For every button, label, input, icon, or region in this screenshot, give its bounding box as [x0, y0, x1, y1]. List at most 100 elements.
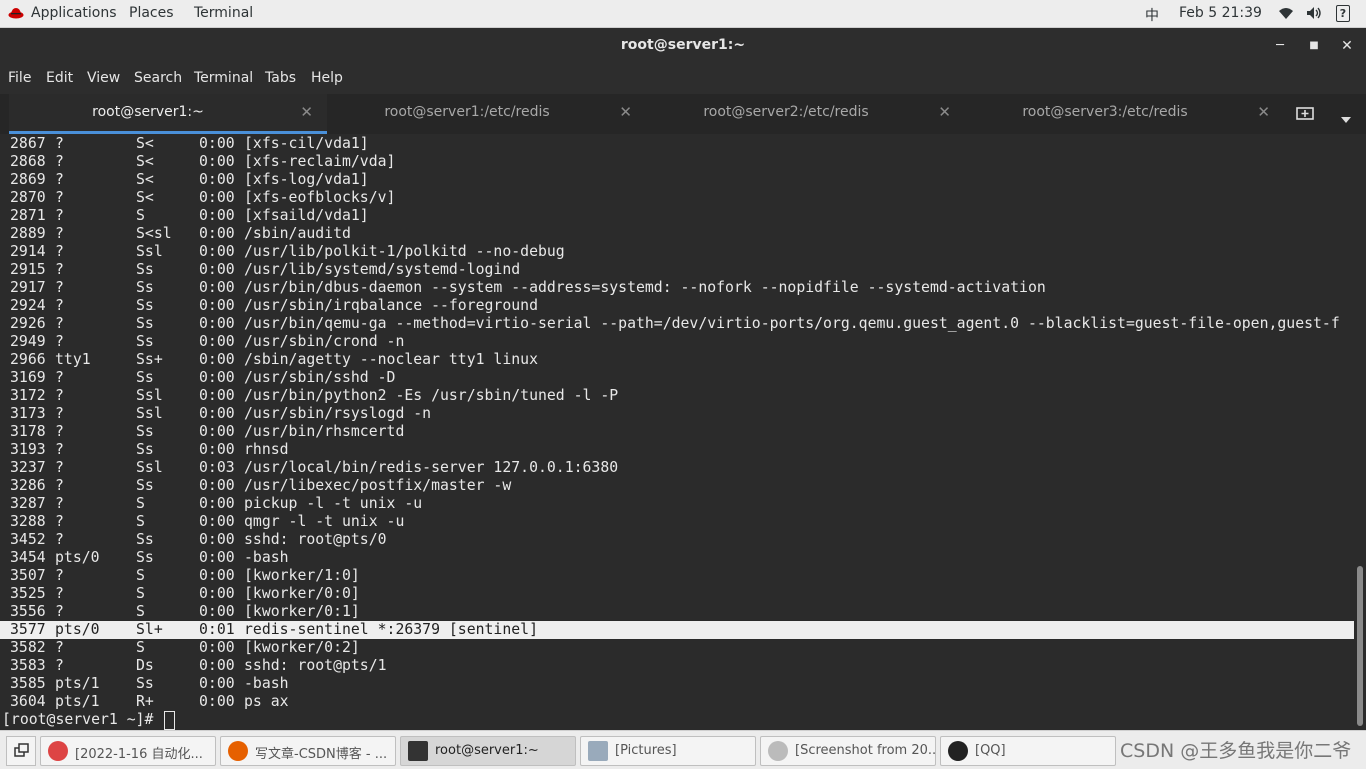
process-time: 0:00	[199, 513, 235, 530]
process-stat: Ss	[136, 261, 154, 278]
clock[interactable]: Feb 5 21:39	[1179, 5, 1262, 21]
applications-menu[interactable]: Applications	[31, 5, 117, 21]
tab-close-icon[interactable]: ✕	[300, 103, 313, 121]
process-time: 0:00	[199, 279, 235, 296]
places-menu[interactable]: Places	[129, 5, 174, 21]
process-tty: ?	[55, 207, 64, 224]
taskbar-item[interactable]: [Screenshot from 20...	[760, 736, 936, 766]
volume-icon[interactable]	[1306, 6, 1322, 24]
process-cmd: qmgr -l -t unix -u	[244, 513, 405, 530]
taskbar-item[interactable]: [QQ]	[940, 736, 1116, 766]
process-stat: Ssl	[136, 405, 163, 422]
process-pid: 3237	[10, 459, 46, 476]
process-time: 0:00	[199, 495, 235, 512]
process-stat: Sl+	[136, 621, 163, 638]
text-cursor	[164, 711, 176, 730]
tab-server3-redis[interactable]: root@server3:/etc/redis ✕	[966, 94, 1284, 134]
menu-tabs[interactable]: Tabs	[265, 70, 296, 86]
process-pid: 2924	[10, 297, 46, 314]
process-pid: 2889	[10, 225, 46, 242]
tab-server2-redis[interactable]: root@server2:/etc/redis ✕	[647, 94, 965, 134]
process-stat: Ss	[136, 279, 154, 296]
process-pid: 2917	[10, 279, 46, 296]
wifi-icon[interactable]	[1278, 6, 1294, 24]
process-cmd: sshd: root@pts/1	[244, 657, 387, 674]
process-time: 0:00	[199, 639, 235, 656]
process-stat: R+	[136, 693, 154, 710]
process-time: 0:00	[199, 603, 235, 620]
menu-search[interactable]: Search	[134, 70, 182, 86]
process-pid: 2949	[10, 333, 46, 350]
process-pid: 3286	[10, 477, 46, 494]
menu-file[interactable]: File	[8, 70, 31, 86]
taskbar-item-label: [2022-1-16 自动化...	[75, 747, 203, 762]
minimize-button[interactable]: ─	[1270, 36, 1290, 56]
terminal-app-menu[interactable]: Terminal	[194, 5, 253, 21]
process-pid: 3577	[10, 621, 46, 638]
taskbar-item-label: [Screenshot from 20...	[795, 743, 936, 758]
process-tty: ?	[55, 567, 64, 584]
tab-list-chevron-down-icon[interactable]	[1340, 109, 1352, 128]
process-time: 0:00	[199, 477, 235, 494]
close-window-button[interactable]: ✕	[1337, 36, 1357, 56]
process-time: 0:00	[199, 189, 235, 206]
menu-view[interactable]: View	[87, 70, 120, 86]
process-time: 0:00	[199, 657, 235, 674]
terminal-output[interactable]: 2867? S< 0:00 [xfs-cil/vda1] 2868? S< 0:00 [xfs…	[0, 134, 1361, 730]
process-stat: Ss	[136, 477, 154, 494]
process-stat: S<	[136, 171, 154, 188]
firefox-icon	[228, 741, 248, 761]
process-pid: 3169	[10, 369, 46, 386]
tab-close-icon[interactable]: ✕	[1257, 103, 1270, 121]
process-time: 0:00	[199, 207, 235, 224]
process-stat: Ss	[136, 297, 154, 314]
taskbar-item-label: root@server1:~	[435, 743, 539, 758]
tab-label: root@server3:/etc/redis	[1022, 104, 1188, 120]
shell-prompt[interactable]: [root@server1 ~]#	[2, 711, 176, 730]
process-tty: ?	[55, 405, 64, 422]
tab-server1-home[interactable]: root@server1:~ ✕	[9, 94, 327, 134]
process-stat: S	[136, 513, 145, 530]
maximize-button[interactable]: ■	[1304, 36, 1324, 56]
process-time: 0:00	[199, 261, 235, 278]
process-tty: ?	[55, 333, 64, 350]
menu-edit[interactable]: Edit	[46, 70, 73, 86]
process-stat: S	[136, 495, 145, 512]
tab-close-icon[interactable]: ✕	[619, 103, 632, 121]
taskbar-item[interactable]: root@server1:~	[400, 736, 576, 766]
menu-terminal[interactable]: Terminal	[194, 70, 253, 86]
process-cmd: [xfs-eofblocks/v]	[244, 189, 396, 206]
process-stat: Ss	[136, 315, 154, 332]
process-cmd: ps ax	[244, 693, 289, 710]
process-tty: ?	[55, 639, 64, 656]
process-cmd: [xfsaild/vda1]	[244, 207, 369, 224]
menu-help[interactable]: Help	[311, 70, 343, 86]
input-method-indicator[interactable]: 中	[1145, 5, 1159, 25]
window-titlebar[interactable]: root@server1:~ ─ ■ ✕	[0, 28, 1366, 64]
terminal-scrollbar[interactable]	[1354, 134, 1366, 730]
process-stat: Ss	[136, 531, 154, 548]
taskbar-item[interactable]: 写文章-CSDN博客 - ...	[220, 736, 396, 766]
tab-close-icon[interactable]: ✕	[938, 103, 951, 121]
taskbar-item[interactable]: [2022-1-16 自动化...	[40, 736, 216, 766]
process-tty: ?	[55, 513, 64, 530]
process-stat: Ss	[136, 675, 154, 692]
process-tty: ?	[55, 459, 64, 476]
taskbar-item[interactable]: [Pictures]	[580, 736, 756, 766]
new-tab-icon[interactable]	[1296, 105, 1314, 127]
help-icon[interactable]: ?	[1336, 5, 1350, 22]
process-time: 0:00	[199, 567, 235, 584]
process-pid: 3583	[10, 657, 46, 674]
process-tty: ?	[55, 171, 64, 188]
show-desktop-icon[interactable]	[6, 736, 36, 766]
process-time: 0:00	[199, 243, 235, 260]
process-tty: ?	[55, 225, 64, 242]
process-cmd: redis-sentinel *:26379 [sentinel]	[244, 621, 538, 638]
tab-server1-redis[interactable]: root@server1:/etc/redis ✕	[328, 94, 646, 134]
chrome-icon	[48, 741, 68, 761]
process-pid: 2867	[10, 135, 46, 152]
process-row-highlighted: 3577 pts/0 Sl+ 0:01 redis-sentinel *:26379 […	[0, 621, 1361, 639]
process-tty: ?	[55, 585, 64, 602]
tab-label: root@server1:~	[92, 104, 204, 120]
scrollbar-thumb[interactable]	[1357, 566, 1363, 726]
